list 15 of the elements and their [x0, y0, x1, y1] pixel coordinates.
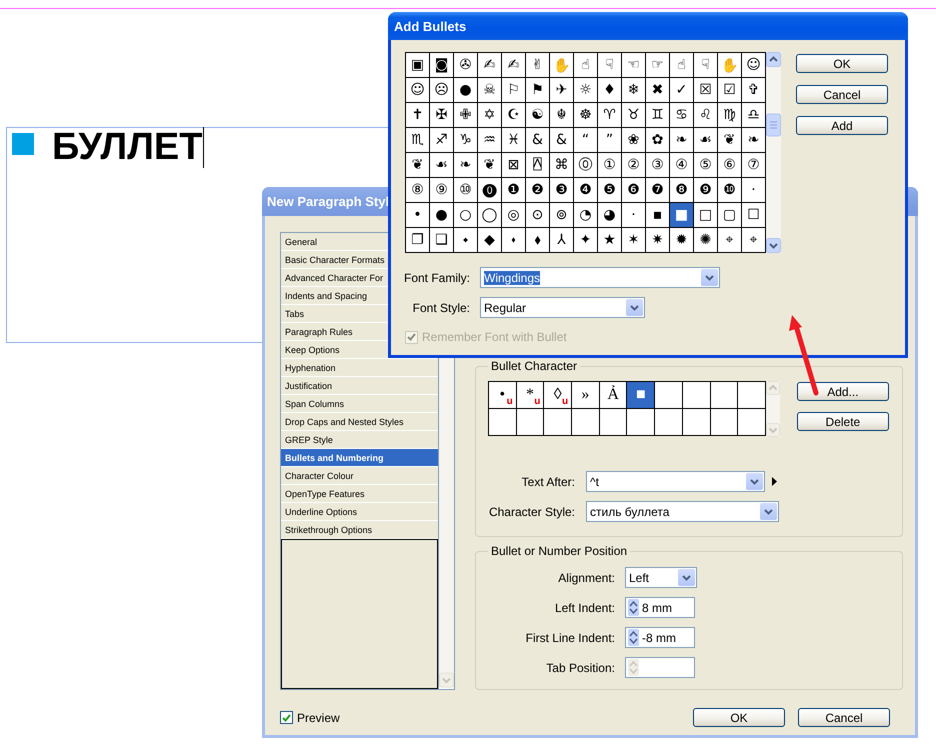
window-title: Add Bullets — [394, 18, 466, 34]
field-label: Character Style: — [488, 504, 575, 518]
field-label: Text After: — [522, 474, 575, 488]
missing-font-mark: u — [506, 397, 513, 407]
group-title: Bullet Character — [490, 359, 578, 373]
bullet-text: БУЛЛЕТ — [52, 127, 202, 167]
missing-font-mark: u — [534, 397, 540, 407]
missing-font-mark: u — [562, 397, 568, 407]
window-title: New Paragraph Styl — [267, 194, 390, 209]
field-label: First Line Indent: — [526, 630, 615, 644]
field-label: Alignment: — [558, 570, 615, 584]
field-label: Tab Position: — [546, 660, 615, 674]
field-label: Left Indent: — [554, 600, 615, 614]
checkbox-label: Preview — [297, 710, 340, 724]
group-title: Bullet or Number Position — [490, 544, 628, 558]
